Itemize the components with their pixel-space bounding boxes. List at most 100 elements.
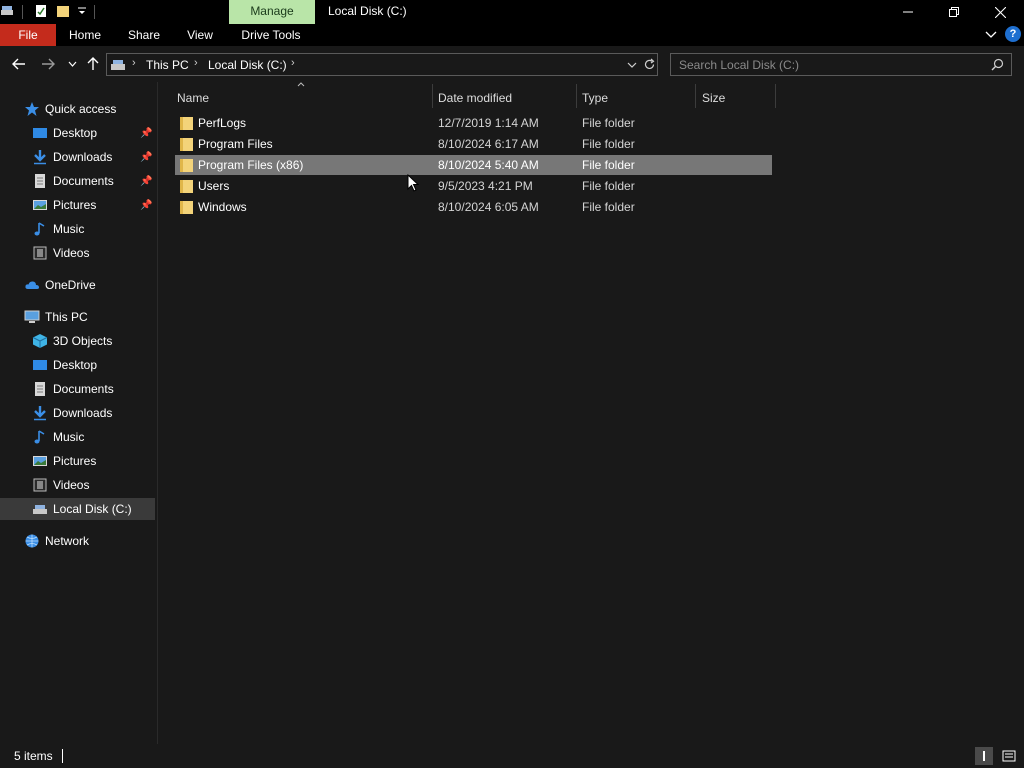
up-button[interactable] xyxy=(83,54,103,74)
file-type: File folder xyxy=(582,200,635,214)
sidebar-item-label: Documents xyxy=(53,174,114,188)
column-divider[interactable] xyxy=(775,84,776,108)
recent-locations-button[interactable] xyxy=(62,54,82,74)
sidebar-item-desktop[interactable]: Desktop xyxy=(0,354,155,376)
music-icon xyxy=(34,222,45,236)
breadcrumb-this-pc[interactable]: This PC xyxy=(146,58,189,72)
tab-home[interactable]: Home xyxy=(62,24,108,46)
column-divider[interactable] xyxy=(576,84,577,108)
column-header-type[interactable]: Type xyxy=(582,86,695,110)
qat-customize-icon[interactable] xyxy=(75,4,89,18)
sidebar-item-documents[interactable]: Documents xyxy=(0,378,155,400)
sidebar-item-music[interactable]: Music xyxy=(0,218,155,240)
navigation-pane: Quick access Desktop 📌 Downloads 📌 Docum… xyxy=(0,82,158,744)
tab-manage[interactable]: Manage xyxy=(229,0,315,24)
file-date: 12/7/2019 1:14 AM xyxy=(438,116,539,130)
sidebar-item-onedrive[interactable]: OneDrive xyxy=(0,274,155,296)
forward-button[interactable] xyxy=(38,54,58,74)
sidebar-item-network[interactable]: Network xyxy=(0,530,155,552)
sidebar-item-label: Local Disk (C:) xyxy=(53,502,132,516)
download-icon xyxy=(34,150,46,165)
refresh-icon[interactable] xyxy=(643,58,656,71)
drive-icon[interactable] xyxy=(0,4,14,18)
chevron-down-icon[interactable] xyxy=(627,62,637,69)
sidebar-item-quick-access[interactable]: Quick access xyxy=(0,98,155,120)
column-divider[interactable] xyxy=(432,84,433,108)
sidebar-item-label: Music xyxy=(53,430,85,444)
file-list: Name Date modified Type Size PerfLogs 12… xyxy=(159,82,1024,744)
column-header-size[interactable]: Size xyxy=(702,86,775,110)
sidebar-item-label: This PC xyxy=(45,310,88,324)
sidebar-item-pictures[interactable]: Pictures 📌 xyxy=(0,194,155,216)
breadcrumb-separator: › xyxy=(132,57,136,69)
sidebar-item-label: Pictures xyxy=(53,198,97,212)
file-date: 9/5/2023 4:21 PM xyxy=(438,179,533,193)
file-row-program-files[interactable]: Program Files 8/10/2024 6:17 AM File fol… xyxy=(175,134,772,154)
address-bar[interactable]: › This PC › Local Disk (C:) › xyxy=(106,53,658,76)
sidebar-item-label: Pictures xyxy=(53,454,97,468)
search-input[interactable] xyxy=(679,57,979,73)
large-icons-view-button[interactable] xyxy=(1000,747,1018,765)
sidebar-item-3d-objects[interactable]: 3D Objects xyxy=(0,330,155,352)
sidebar-item-pictures[interactable]: Pictures xyxy=(0,450,155,472)
sidebar-item-label: Desktop xyxy=(53,126,98,140)
sidebar-item-downloads[interactable]: Downloads xyxy=(0,402,155,424)
file-date: 8/10/2024 6:17 AM xyxy=(438,137,539,151)
sidebar-item-music[interactable]: Music xyxy=(0,426,155,448)
title-bar: Manage Local Disk (C:) xyxy=(0,0,1024,24)
sidebar-item-documents[interactable]: Documents 📌 xyxy=(0,170,155,192)
mouse-cursor-icon xyxy=(407,174,419,192)
ribbon-tabs: File Home Share View Drive Tools xyxy=(0,24,1024,46)
restore-button[interactable] xyxy=(931,0,977,24)
column-header-date-modified[interactable]: Date modified xyxy=(438,86,576,110)
sidebar-item-videos[interactable]: Videos xyxy=(0,242,155,264)
tab-view[interactable]: View xyxy=(180,24,220,46)
minimize-button[interactable] xyxy=(885,0,931,24)
file-row-windows[interactable]: Windows 8/10/2024 6:05 AM File folder xyxy=(175,197,772,217)
search-icon[interactable] xyxy=(991,58,1004,71)
close-button[interactable] xyxy=(977,0,1023,24)
folder-icon xyxy=(180,138,193,151)
folder-icon xyxy=(180,117,193,130)
folder-icon xyxy=(180,180,193,193)
file-row-users[interactable]: Users 9/5/2023 4:21 PM File folder xyxy=(175,176,772,196)
search-box[interactable] xyxy=(670,53,1012,76)
details-view-icon xyxy=(983,751,985,761)
sidebar-item-downloads[interactable]: Downloads 📌 xyxy=(0,146,155,168)
sidebar-item-desktop[interactable]: Desktop 📌 xyxy=(0,122,155,144)
sidebar-item-label: 3D Objects xyxy=(53,334,113,348)
new-folder-icon[interactable] xyxy=(56,4,70,18)
music-icon xyxy=(34,430,45,444)
help-button[interactable]: ? xyxy=(1005,26,1021,42)
file-row-perflogs[interactable]: PerfLogs 12/7/2019 1:14 AM File folder xyxy=(175,113,772,133)
breadcrumb-local-disk[interactable]: Local Disk (C:) xyxy=(208,58,287,72)
column-header-name[interactable]: Name xyxy=(177,86,432,110)
document-icon xyxy=(35,174,45,188)
column-divider[interactable] xyxy=(695,84,696,108)
minimize-icon xyxy=(903,11,913,13)
file-name: Windows xyxy=(198,200,247,214)
sidebar-item-local-disk[interactable]: Local Disk (C:) xyxy=(0,498,155,520)
sidebar-item-this-pc[interactable]: This PC xyxy=(0,306,155,328)
large-icons-view-icon xyxy=(1002,750,1016,762)
sidebar-item-videos[interactable]: Videos xyxy=(0,474,155,496)
sidebar-item-label: Videos xyxy=(53,478,90,492)
file-name: Users xyxy=(198,179,230,193)
back-button[interactable] xyxy=(9,54,29,74)
qat-divider xyxy=(94,5,95,19)
properties-icon[interactable] xyxy=(34,4,48,18)
cloud-icon xyxy=(25,281,39,289)
file-name: Program Files xyxy=(198,137,273,151)
close-icon xyxy=(994,6,1006,18)
chevron-down-icon[interactable] xyxy=(985,30,997,40)
tab-share[interactable]: Share xyxy=(120,24,168,46)
network-icon xyxy=(25,534,39,548)
details-view-button[interactable] xyxy=(975,747,993,765)
pictures-icon xyxy=(33,200,47,210)
drive-icon xyxy=(33,505,47,514)
tab-drive-tools[interactable]: Drive Tools xyxy=(232,24,310,46)
video-icon xyxy=(33,478,47,492)
file-row-program-files-x86[interactable]: Program Files (x86) 8/10/2024 5:40 AM Fi… xyxy=(175,155,772,175)
sidebar-item-label: Desktop xyxy=(53,358,98,372)
tab-file[interactable]: File xyxy=(0,24,56,46)
